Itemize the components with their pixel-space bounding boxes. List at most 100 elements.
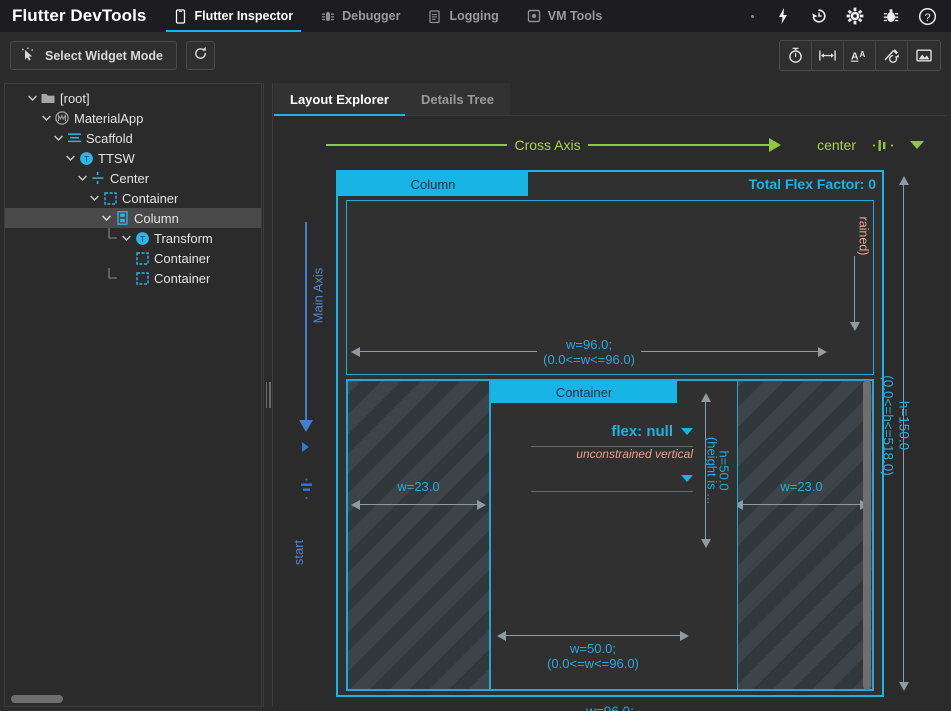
bug-report-icon[interactable]	[873, 0, 909, 32]
tab-label: VM Tools	[547, 9, 603, 23]
top-bar: Flutter DevTools Flutter Inspector Debug…	[0, 0, 951, 32]
repaint-rainbow-icon[interactable]	[876, 41, 908, 70]
cross-axis-control: Cross Axis center	[326, 128, 924, 162]
logging-icon	[428, 9, 442, 24]
invert-oversized-images-icon[interactable]	[908, 41, 940, 70]
main-axis-dropdown-icon[interactable]	[302, 442, 309, 452]
column-height-label: h=150.0	[896, 400, 912, 451]
tab-label: Logging	[449, 9, 499, 23]
right-free-space-arrow	[734, 499, 869, 510]
container-icon	[133, 251, 151, 265]
tab-logging[interactable]: Logging	[414, 0, 512, 32]
fit-control[interactable]	[531, 475, 693, 492]
tree-row-materialapp[interactable]: MaterialApp	[5, 108, 261, 128]
child-1-width-label: w=96.0;	[566, 336, 612, 352]
tree-row-center[interactable]: Center	[5, 168, 261, 188]
child-2-width-labels: w=50.0; (0.0<=w<=96.0)	[497, 641, 689, 671]
sub-tabs: Layout Explorer Details Tree	[274, 83, 947, 116]
tree-row-scaffold[interactable]: Scaffold	[5, 128, 261, 148]
tree-row-label: TTSW	[98, 150, 135, 166]
tree-row-container[interactable]: Container	[5, 188, 261, 208]
lightning-icon[interactable]	[765, 0, 801, 32]
svg-text:T: T	[83, 154, 88, 164]
tab-flutter-inspector[interactable]: Flutter Inspector	[160, 0, 307, 32]
main-tabs: Flutter Inspector Debugger Logging VM To…	[160, 0, 616, 32]
tree-row-column[interactable]: Column	[5, 208, 261, 228]
slow-animations-icon[interactable]	[780, 41, 812, 70]
app-title: Flutter DevTools	[12, 6, 147, 25]
tree-row-label: Container	[154, 250, 211, 266]
select-widget-mode-button[interactable]: Select Widget Mode	[10, 41, 177, 70]
tree-row-label: Container	[122, 190, 179, 206]
chevron-down-icon[interactable]	[25, 95, 39, 101]
tree-row-root[interactable]: [root]	[5, 88, 261, 108]
chevron-down-icon[interactable]	[87, 195, 101, 201]
phone-icon	[174, 8, 187, 24]
column-children: rained) w=96.0; (0.0<=w<=96.0) w=23.0 w=…	[346, 200, 874, 691]
child-1-box[interactable]: rained) w=96.0; (0.0<=w<=96.0)	[346, 200, 874, 375]
widget-tree: [root] MaterialApp Scaffold T TTSW Cente…	[5, 84, 261, 692]
flex-factor-control[interactable]: flex: null	[531, 423, 693, 447]
help-icon[interactable]: ?	[909, 0, 945, 32]
child-2-height-labels: h=50.0 (height is ...	[705, 427, 735, 517]
history-revert-icon[interactable]	[801, 0, 837, 32]
layout-explorer-canvas: Cross Axis center Main Axis start Column…	[274, 116, 947, 711]
tree-horizontal-scrollbar[interactable]	[5, 692, 261, 706]
child-1-height-constraint: rained)	[856, 216, 871, 256]
tab-vm-tools[interactable]: VM Tools	[513, 0, 617, 32]
cross-axis-arrowhead-icon	[769, 138, 782, 152]
refresh-button[interactable]	[185, 41, 215, 70]
scaffold-icon	[65, 132, 83, 145]
main-axis-alignment-value[interactable]: start	[291, 540, 306, 565]
inspector-toolbar: Select Widget Mode A A	[0, 32, 951, 79]
tab-layout-explorer[interactable]: Layout Explorer	[274, 83, 405, 116]
chevron-down-icon[interactable]	[63, 155, 77, 161]
column-name-tag: Column	[338, 172, 528, 196]
chevron-down-icon[interactable]	[99, 215, 113, 221]
align-center-icon[interactable]	[872, 138, 894, 153]
column-header: Column Total Flex Factor: 0	[338, 172, 882, 196]
tree-row-container-sibling[interactable]: Container	[5, 268, 261, 288]
cross-axis-dropdown-icon[interactable]	[910, 141, 924, 149]
right-free-space: w=23.0	[730, 380, 873, 690]
chevron-down-icon[interactable]	[51, 135, 65, 141]
bug-step-icon	[321, 9, 335, 24]
flex-factor-label: flex: null	[611, 423, 673, 440]
cursor-select-icon	[21, 47, 36, 65]
main-axis-label: Main Axis	[310, 267, 326, 324]
panel-splitter[interactable]	[262, 83, 274, 707]
cross-axis-arrow: Cross Axis	[326, 137, 782, 153]
main-axis-control: Main Axis start	[288, 170, 326, 697]
tree-row-transform[interactable]: T Transform	[5, 228, 261, 248]
left-free-space-arrow	[351, 499, 486, 510]
chevron-down-icon[interactable]	[75, 175, 89, 181]
child-1-width-arrow: w=96.0; (0.0<=w<=96.0)	[351, 337, 828, 367]
tree-row-label: Container	[154, 270, 211, 286]
fit-underline	[531, 491, 693, 492]
tab-debugger[interactable]: Debugger	[307, 0, 414, 32]
refresh-icon	[193, 46, 208, 66]
tab-label: Layout Explorer	[290, 92, 389, 107]
child-1-height-arrow	[849, 256, 860, 331]
text-size-icon[interactable]: A A	[844, 41, 876, 70]
chevron-down-icon[interactable]	[39, 115, 53, 121]
tree-row-ttsw[interactable]: T TTSW	[5, 148, 261, 168]
align-start-icon[interactable]	[299, 478, 314, 505]
chevron-down-icon[interactable]	[119, 235, 133, 241]
tree-row-container-child[interactable]: Container	[5, 248, 261, 268]
child-2-container-box[interactable]: Container flex: null unconstrained verti…	[490, 380, 738, 690]
tree-row-label: [root]	[60, 90, 90, 106]
debug-paint-baselines-icon[interactable]	[812, 41, 844, 70]
vm-icon	[527, 9, 541, 23]
explorer-vertical-scrollbar[interactable]	[863, 380, 871, 690]
tab-details-tree[interactable]: Details Tree	[404, 83, 510, 116]
main-axis-line	[305, 222, 307, 422]
fit-dropdown-icon[interactable]	[681, 475, 693, 482]
cross-axis-alignment-value[interactable]: center	[817, 137, 856, 153]
column-widget-box[interactable]: Column Total Flex Factor: 0 rained) w=96…	[336, 170, 884, 697]
child-2-height-constraint: (height is ...	[704, 436, 720, 505]
flex-dropdown-icon[interactable]	[681, 428, 693, 435]
inspector-right-toolbar: A A	[779, 40, 941, 71]
settings-gear-icon[interactable]	[837, 0, 873, 32]
total-flex-factor: Total Flex Factor: 0	[748, 176, 876, 192]
